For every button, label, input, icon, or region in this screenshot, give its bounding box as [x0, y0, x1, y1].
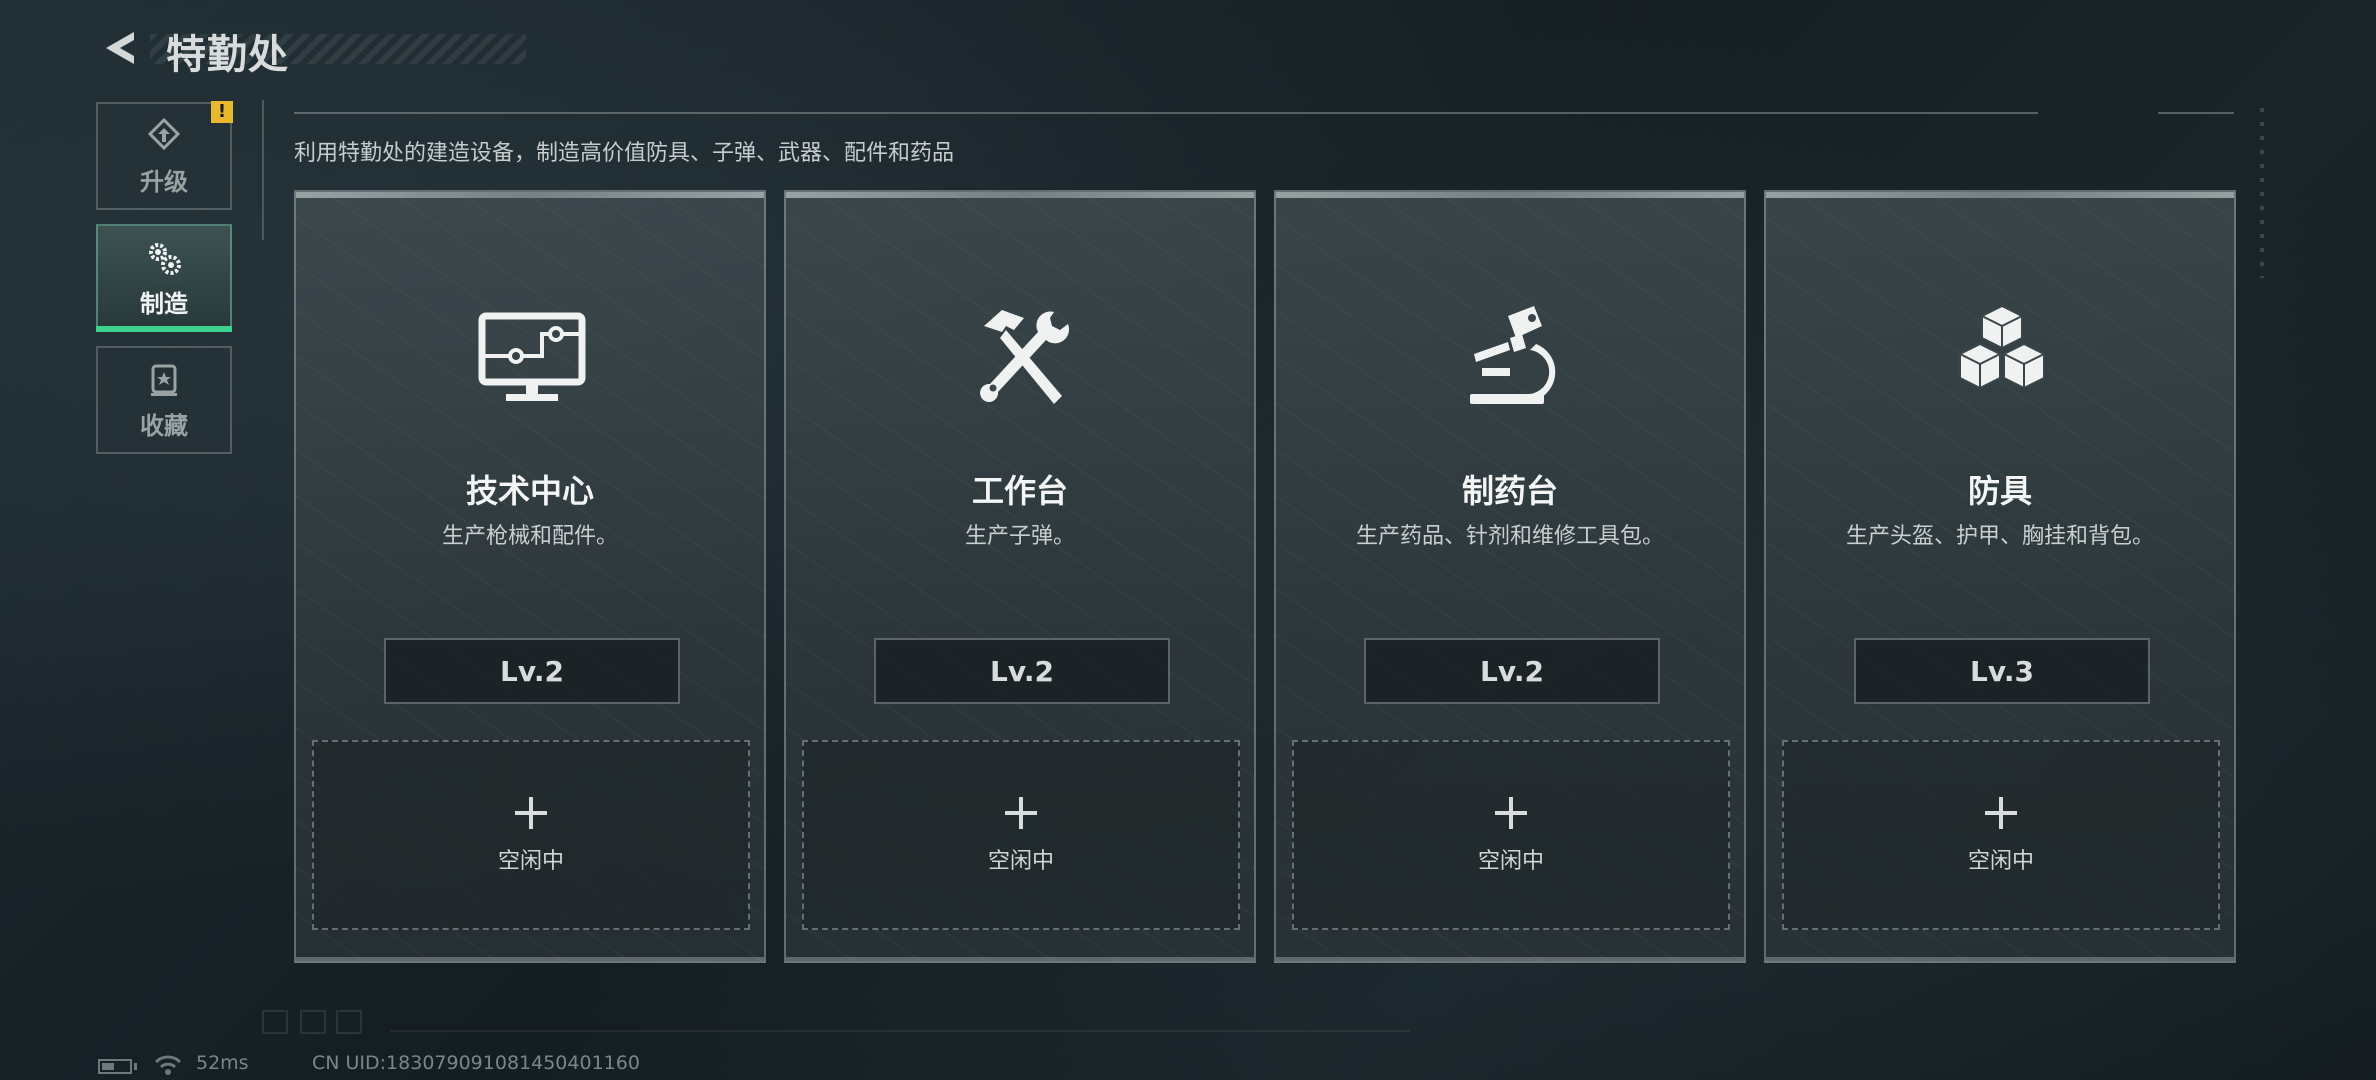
card-top-bar [1276, 192, 1744, 198]
production-slot[interactable]: 空闲中 [802, 740, 1240, 930]
card-top-bar [786, 192, 1254, 198]
gears-icon [149, 242, 181, 275]
sidebar-item-collection[interactable]: 收藏 [96, 346, 232, 454]
ping-readout: 52ms [196, 1052, 249, 1074]
card-bottom-bar [1766, 957, 2234, 961]
active-indicator [96, 326, 232, 332]
slot-status: 空闲中 [1967, 849, 2034, 874]
card-description: 生产子弹。 [964, 524, 1075, 549]
facility-card-tech-center[interactable]: 技术中心 生产枪械和配件。 Lv.2 空闲中 [294, 190, 766, 963]
level-badge: Lv.3 [1854, 638, 2150, 704]
production-slot[interactable]: 空闲中 [1782, 740, 2220, 930]
back-button[interactable] [98, 26, 142, 70]
card-bottom-bar [786, 957, 1254, 961]
user-uid: CN UID:183079091081450401160 [312, 1052, 640, 1074]
card-description: 生产头盔、护甲、胸挂和背包。 [1845, 524, 2154, 549]
sidebar-item-label: 收藏 [140, 411, 188, 440]
collection-icon [151, 364, 177, 396]
plus-icon [515, 797, 547, 829]
bottom-decoration [262, 1010, 288, 1034]
upgrade-icon [147, 117, 181, 150]
battery-icon [98, 1059, 132, 1074]
page-title: 特勤处 [166, 32, 289, 78]
monitor-circuit-icon [478, 312, 586, 401]
wifi-icon [154, 1055, 182, 1075]
bottom-decoration [300, 1010, 326, 1034]
card-description: 生产药品、针剂和维修工具包。 [1355, 524, 1664, 549]
plus-icon [1495, 797, 1527, 829]
sidebar-item-label: 制造 [140, 289, 188, 318]
bottom-decoration-line [390, 1030, 1410, 1032]
bottom-decoration [336, 1010, 362, 1034]
level-badge: Lv.2 [874, 638, 1170, 704]
slot-status: 空闲中 [497, 849, 564, 874]
card-title: 防具 [1967, 472, 2032, 510]
card-description: 生产枪械和配件。 [441, 524, 618, 549]
sidebar-divider [262, 100, 264, 240]
cubes-icon [1959, 304, 2045, 390]
edge-decoration [2260, 108, 2264, 278]
microscope-icon [1470, 306, 1556, 404]
slot-status: 空闲中 [987, 849, 1054, 874]
production-slot[interactable]: 空闲中 [1292, 740, 1730, 930]
card-title: 工作台 [971, 472, 1068, 510]
card-top-bar [1766, 192, 2234, 198]
page-description: 利用特勤处的建造设备，制造高价值防具、子弹、武器、配件和药品 [294, 141, 955, 166]
header-divider-right [2158, 112, 2234, 114]
level-badge: Lv.2 [384, 638, 680, 704]
card-title: 技术中心 [465, 472, 594, 510]
plus-icon [1005, 797, 1037, 829]
card-top-bar [296, 192, 764, 198]
alert-badge: ! [211, 101, 233, 123]
slot-status: 空闲中 [1477, 849, 1544, 874]
level-badge: Lv.2 [1364, 638, 1660, 704]
facility-card-pharmacy[interactable]: 制药台 生产药品、针剂和维修工具包。 Lv.2 空闲中 [1274, 190, 1746, 963]
back-arrow-icon [106, 32, 134, 64]
header-divider [294, 112, 2038, 114]
sidebar-item-craft[interactable]: 制造 [96, 224, 232, 332]
facility-card-armor[interactable]: 防具 生产头盔、护甲、胸挂和背包。 Lv.3 空闲中 [1764, 190, 2236, 963]
plus-icon [1985, 797, 2017, 829]
card-bottom-bar [296, 957, 764, 961]
battery-tip [134, 1063, 137, 1070]
card-bottom-bar [1276, 957, 1744, 961]
facility-card-workbench[interactable]: 工作台 生产子弹。 Lv.2 空闲中 [784, 190, 1256, 963]
production-slot[interactable]: 空闲中 [312, 740, 750, 930]
card-title: 制药台 [1461, 472, 1558, 510]
sidebar-item-label: 升级 [140, 167, 188, 196]
hammer-wrench-icon [980, 310, 1070, 404]
